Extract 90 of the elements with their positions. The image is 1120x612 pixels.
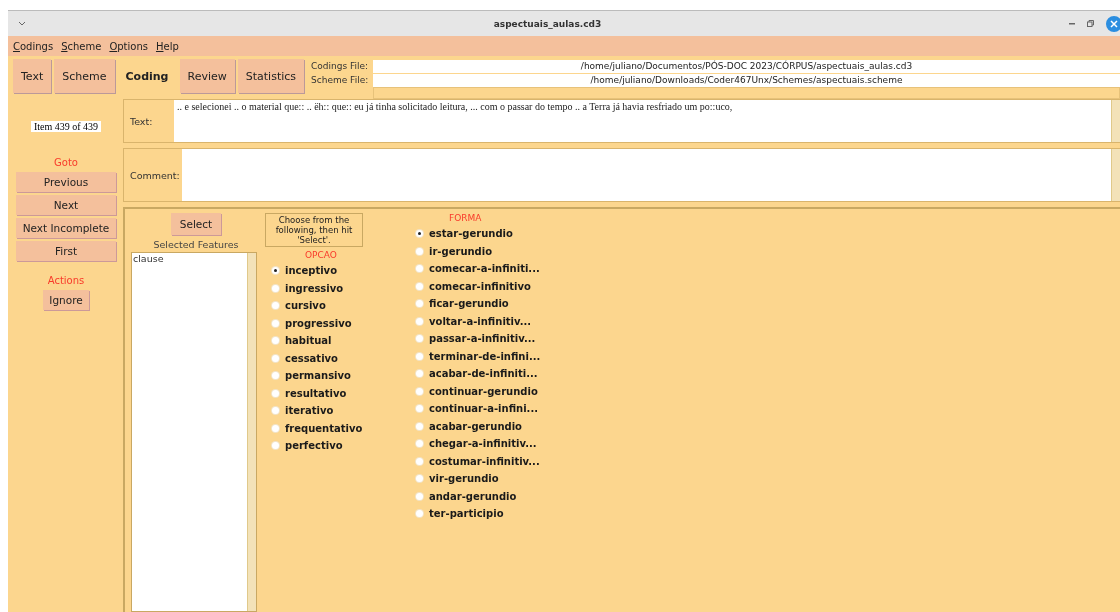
file-label: Scheme File: — [311, 75, 370, 85]
radio-button[interactable] — [272, 354, 279, 362]
list-item[interactable]: clause — [132, 253, 247, 264]
file-label: Codings File: — [311, 61, 370, 71]
option-label[interactable]: comecar-a-infiniti... — [429, 263, 540, 275]
radio-button[interactable] — [416, 230, 423, 238]
radio-button[interactable] — [416, 335, 423, 343]
option-label[interactable]: habitual — [285, 335, 332, 347]
option-label[interactable]: frequentativo — [285, 422, 363, 434]
option-label[interactable]: iterativo — [285, 405, 334, 417]
nav-button[interactable]: Previous — [16, 172, 116, 192]
option-label[interactable]: andar-gerundio — [429, 490, 517, 502]
select-button[interactable]: Select — [171, 213, 221, 235]
nav-button[interactable]: First — [16, 241, 116, 261]
option-label[interactable]: acabar-gerundio — [429, 420, 522, 432]
radio-button[interactable] — [416, 265, 423, 273]
tab[interactable]: Statistics — [237, 59, 305, 93]
option-label[interactable]: continuar-a-infini... — [429, 403, 538, 415]
radio-button[interactable] — [416, 422, 423, 430]
radio-button[interactable] — [272, 389, 279, 397]
instruction-text: Choose from the following, then hit 'Select'. — [265, 213, 363, 247]
menu-item[interactable]: Scheme — [61, 40, 102, 52]
option-label[interactable]: cursivo — [285, 300, 326, 312]
file-path-field[interactable]: /home/juliano/Documentos/PÓS-DOC 2023/CÓRPUS/aspectuais_aulas.cd3 — [373, 59, 1120, 73]
radio-button[interactable] — [416, 475, 423, 483]
option-label[interactable]: continuar-gerundio — [429, 385, 538, 397]
option-label[interactable]: ingressivo — [285, 282, 344, 294]
minimize-icon[interactable] — [1069, 22, 1075, 25]
tab[interactable]: Review — [179, 59, 235, 93]
option-label[interactable]: comecar-infinitivo — [429, 280, 531, 292]
list-label: Selected Features — [153, 239, 239, 250]
option-label[interactable]: ter-participio — [429, 508, 504, 520]
item-counter: Item 439 of 439 — [30, 121, 102, 132]
option-label[interactable]: inceptivo — [285, 265, 337, 277]
option-label[interactable]: voltar-a-infinitiv... — [429, 315, 532, 327]
option-label[interactable]: acabar-de-infiniti... — [429, 368, 538, 380]
tab[interactable]: Scheme — [54, 59, 115, 93]
radio-button[interactable] — [272, 337, 279, 345]
restore-icon[interactable] — [1087, 20, 1094, 27]
option-label[interactable]: vir-gerundio — [429, 473, 499, 485]
option-label[interactable]: ir-gerundio — [429, 245, 493, 257]
option-label[interactable]: progressivo — [285, 317, 352, 329]
section-heading: Goto — [54, 157, 78, 168]
tab[interactable]: Text — [13, 59, 52, 93]
option-label[interactable]: cessativo — [285, 352, 338, 364]
radio-button[interactable] — [416, 300, 423, 308]
radio-button[interactable] — [416, 510, 423, 518]
radio-button[interactable] — [272, 442, 279, 450]
section-heading: Actions — [47, 275, 85, 286]
radio-button[interactable] — [416, 492, 423, 500]
menu-item[interactable]: Help — [155, 40, 179, 52]
radio-button[interactable] — [416, 317, 423, 325]
file-path-field[interactable]: /home/juliano/Downloads/Coder467Unx/Schemes/aspectuais.scheme — [373, 73, 1120, 87]
scrollbar[interactable] — [247, 253, 256, 611]
option-label[interactable]: chegar-a-infinitiv... — [429, 438, 537, 450]
group-heading: FORMA — [449, 213, 482, 223]
radio-button[interactable] — [416, 405, 423, 413]
option-label[interactable]: estar-gerundio — [429, 228, 513, 240]
radio-button[interactable] — [272, 372, 279, 380]
radio-button[interactable] — [416, 440, 423, 448]
radio-button[interactable] — [272, 424, 279, 432]
window-title: aspectuais_aulas.cd3 — [492, 18, 603, 29]
radio-button[interactable] — [272, 284, 279, 292]
radio-button[interactable] — [416, 247, 423, 255]
nav-button[interactable]: Next — [16, 195, 116, 215]
option-label[interactable]: resultativo — [285, 387, 347, 399]
radio-button[interactable] — [416, 457, 423, 465]
radio-button[interactable] — [272, 319, 279, 327]
option-label[interactable]: perfectivo — [285, 440, 343, 452]
option-label[interactable]: permansivo — [285, 370, 351, 382]
menu-item[interactable]: Codings — [13, 40, 54, 52]
radio-button[interactable] — [272, 267, 279, 275]
nav-button[interactable]: Next Incomplete — [16, 218, 116, 238]
option-label[interactable]: ficar-gerundio — [429, 298, 509, 310]
radio-button[interactable] — [272, 302, 279, 310]
radio-button[interactable] — [416, 282, 423, 290]
option-label[interactable]: passar-a-infinitiv... — [429, 333, 536, 345]
option-label[interactable]: costumar-infinitiv... — [429, 455, 540, 467]
features-listbox[interactable]: clause — [131, 252, 257, 612]
menu-item[interactable]: Options — [109, 40, 148, 52]
close-icon[interactable] — [1106, 15, 1120, 32]
option-label[interactable]: terminar-de-infini... — [429, 350, 541, 362]
radio-button[interactable] — [416, 387, 423, 395]
radio-button[interactable] — [416, 352, 423, 360]
radio-button[interactable] — [416, 370, 423, 378]
action-button[interactable]: Ignore — [43, 290, 89, 310]
radio-button[interactable] — [272, 407, 279, 415]
group-heading: OPCAO — [305, 250, 337, 260]
chevron-down-icon[interactable] — [18, 21, 26, 26]
tab[interactable]: Coding — [117, 59, 177, 93]
